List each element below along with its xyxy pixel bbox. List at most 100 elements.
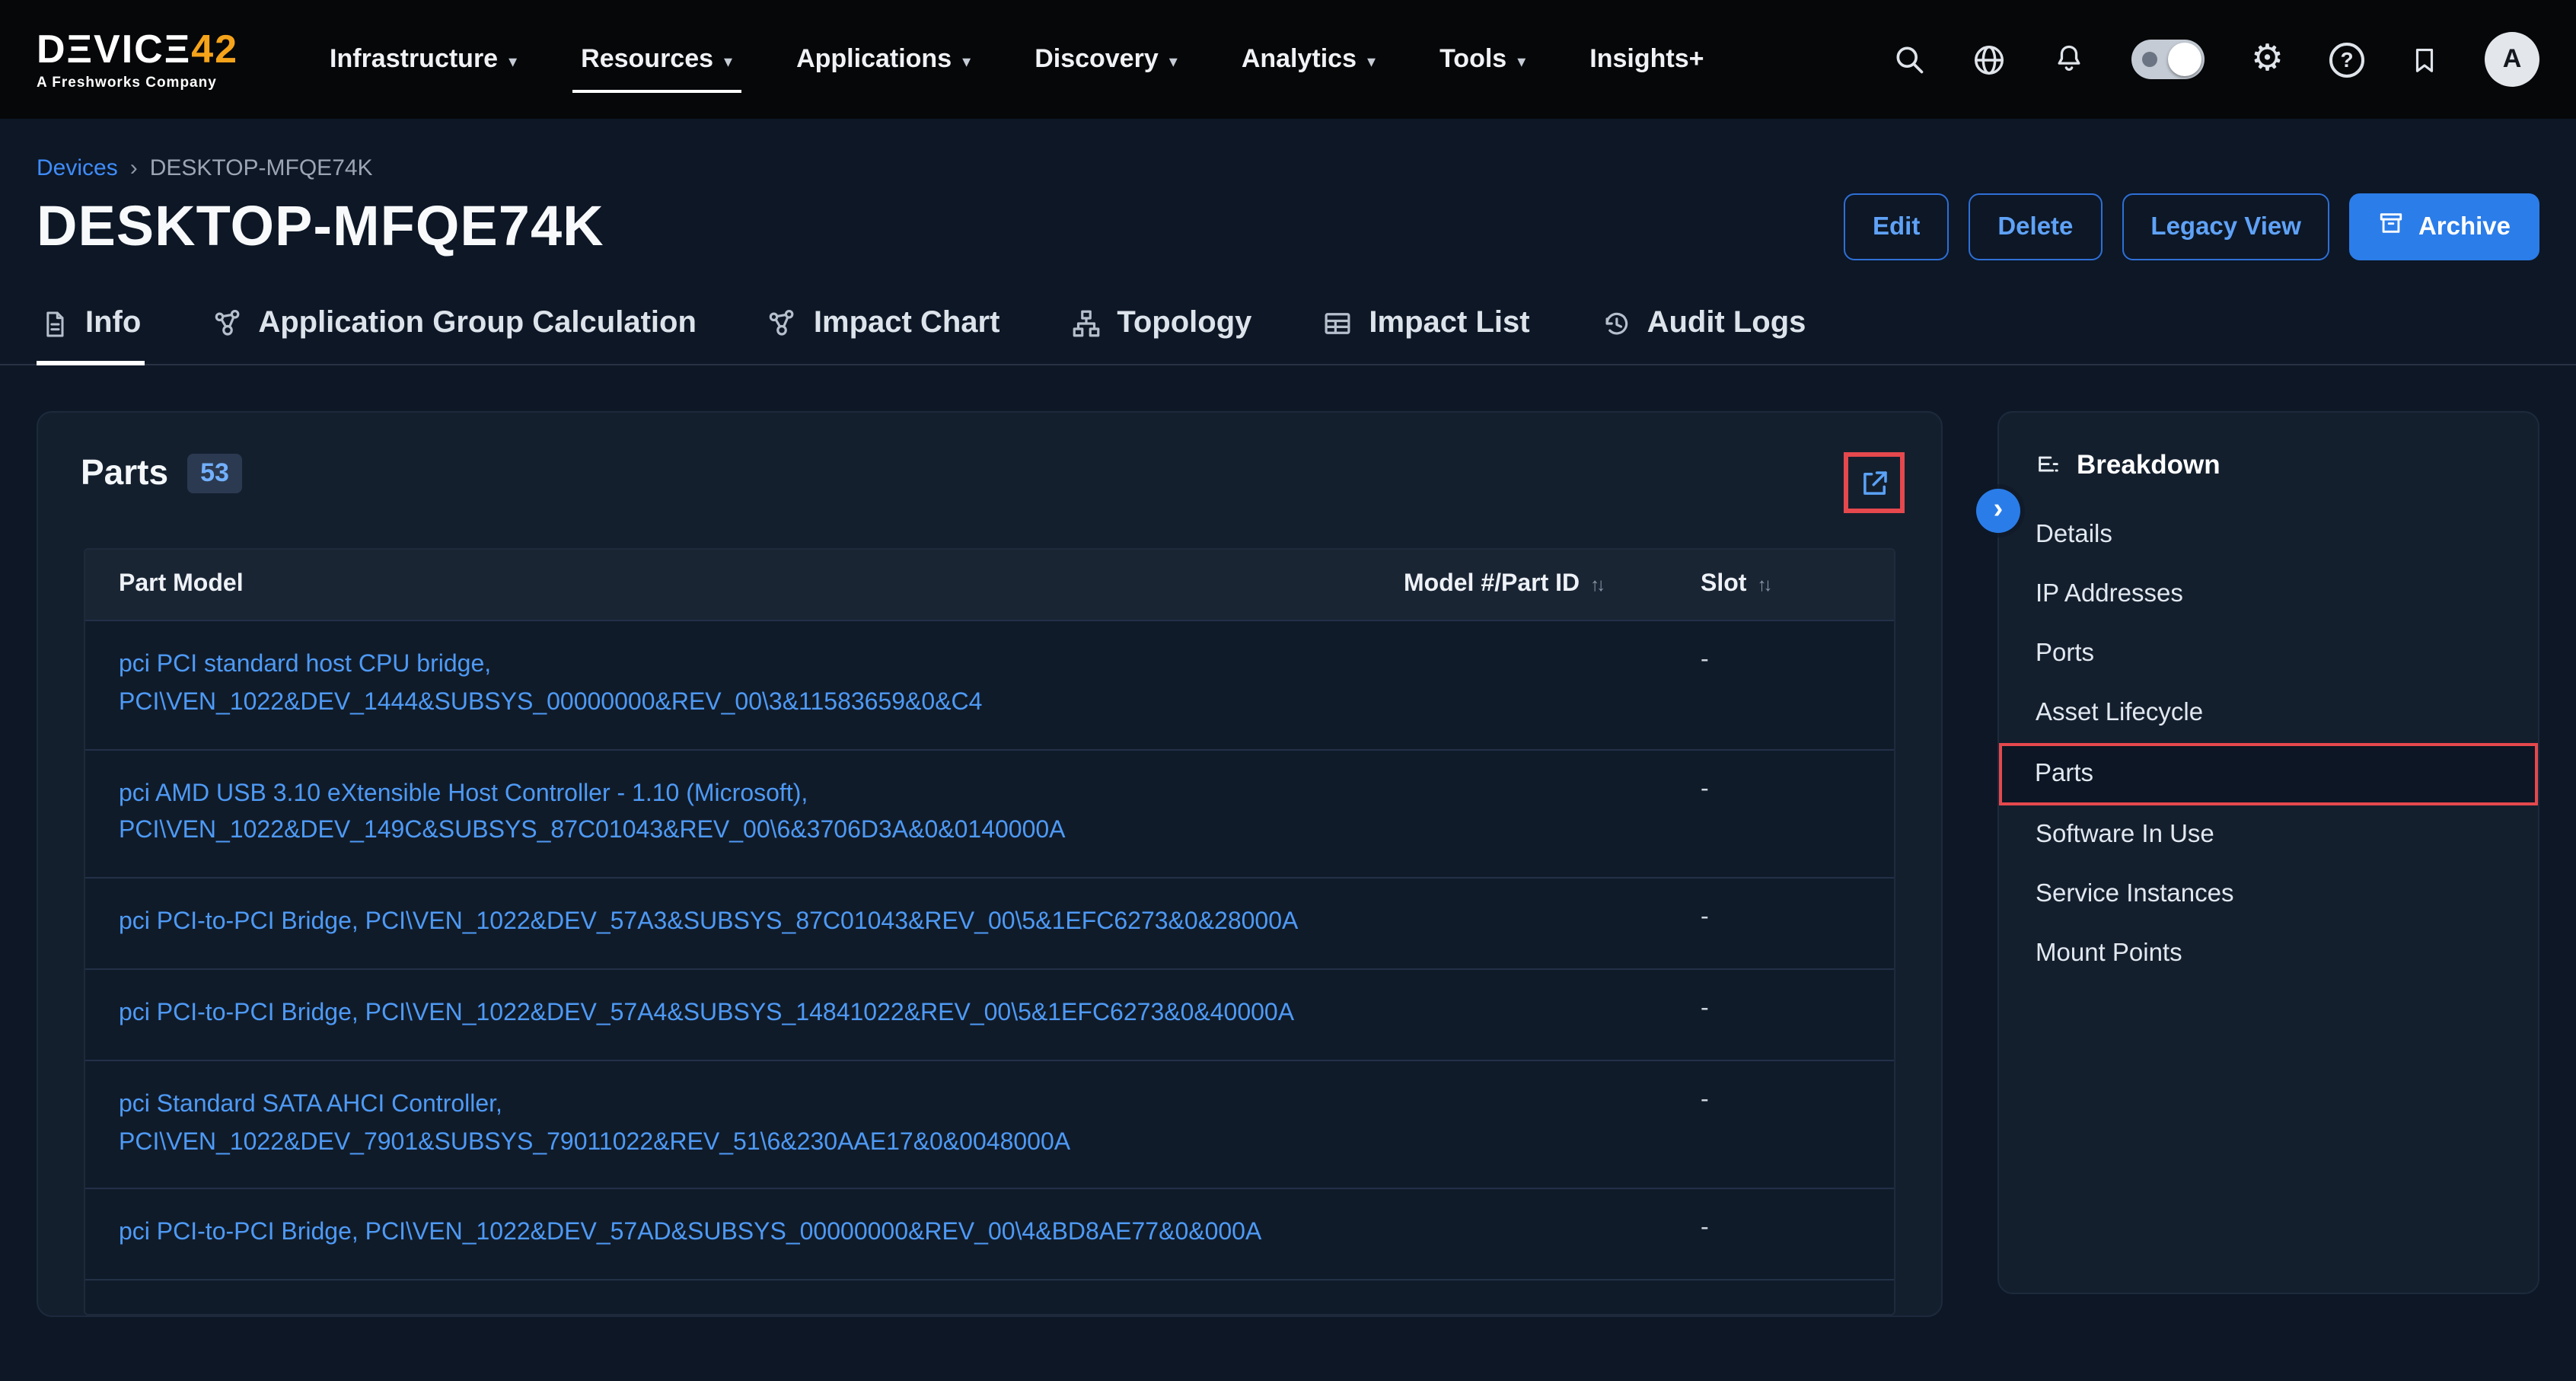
nav-item-resources[interactable]: Resources ▾: [578, 29, 735, 90]
column-label: Slot: [1701, 571, 1746, 598]
top-navbar: DΞVICΞ42 A Freshworks Company Infrastruc…: [0, 0, 2576, 119]
tab-label: Audit Logs: [1647, 306, 1806, 341]
table-row-partial: [85, 1279, 1894, 1314]
bell-icon[interactable]: [2053, 43, 2087, 76]
nav-item-applications[interactable]: Applications▾: [793, 29, 974, 90]
bookmark-icon[interactable]: [2410, 43, 2439, 75]
content-area: Parts 53 Part Model Model #/Part ID↑↓ Sl…: [0, 365, 2576, 1317]
nav-item-tools[interactable]: Tools▾: [1436, 29, 1529, 90]
tab-impact-chart[interactable]: Impact Chart: [764, 294, 1003, 364]
nav-item-analytics[interactable]: Analytics ▾: [1239, 29, 1379, 90]
annotation-box-external-link: [1844, 452, 1905, 513]
archive-icon: [2379, 210, 2405, 244]
parts-title: Parts: [81, 452, 168, 493]
table-row: pci AMD USB 3.10 eXtensible Host Control…: [85, 748, 1894, 877]
theme-toggle[interactable]: [2132, 40, 2205, 79]
chevron-down-icon: ▾: [509, 51, 517, 71]
page-header: DESKTOP-MFQE74K Edit Delete Legacy View …: [0, 181, 2576, 260]
chevron-down-icon: ▾: [962, 51, 971, 71]
topbar-tools: ⚙ ? A: [1893, 32, 2539, 87]
slot-cell: -: [1701, 996, 1860, 1023]
nav-label: Insights+: [1589, 44, 1704, 75]
detail-tabs: Info Application Group Calculation Impac…: [0, 294, 2576, 365]
globe-icon[interactable]: [1972, 42, 2007, 77]
part-model-link[interactable]: pci PCI standard host CPU bridge, PCI\VE…: [119, 647, 1404, 722]
table-row: pci PCI-to-PCI Bridge, PCI\VEN_1022&DEV_…: [85, 1188, 1894, 1280]
sidebar-item-parts[interactable]: Parts: [1999, 743, 2538, 805]
tab-audit-logs[interactable]: Audit Logs: [1597, 294, 1809, 364]
delete-button[interactable]: Delete: [1969, 193, 2102, 260]
tab-label: Impact List: [1369, 306, 1529, 341]
help-icon[interactable]: ?: [2329, 42, 2364, 77]
nav-item-insights[interactable]: Insights+: [1586, 29, 1707, 90]
user-avatar[interactable]: A: [2485, 32, 2539, 87]
breakdown-title: Breakdown: [2077, 449, 2221, 481]
sidebar-item-software-in-use[interactable]: Software In Use: [1999, 805, 2538, 865]
table-row: pci PCI-to-PCI Bridge, PCI\VEN_1022&DEV_…: [85, 968, 1894, 1060]
column-label: Part Model: [119, 571, 244, 598]
tab-label: Topology: [1117, 306, 1251, 341]
archive-label: Archive: [2418, 212, 2511, 241]
brand-name-white: DΞVICΞ: [37, 25, 191, 71]
chevron-down-icon: ▾: [1367, 51, 1376, 71]
tab-impact-list[interactable]: Impact List: [1318, 294, 1532, 364]
sidebar-item-ip-addresses[interactable]: IP Addresses: [1999, 565, 2538, 624]
part-model-link[interactable]: pci PCI-to-PCI Bridge, PCI\VEN_1022&DEV_…: [119, 996, 1404, 1034]
nav-item-infrastructure[interactable]: Infrastructure ▾: [327, 29, 520, 90]
molecule-icon: [767, 308, 799, 340]
nav-label: Resources: [581, 44, 713, 75]
column-header-part-model[interactable]: Part Model: [119, 571, 1404, 598]
sidebar-item-ports[interactable]: Ports: [1999, 624, 2538, 684]
slot-cell: -: [1701, 776, 1860, 803]
file-icon: [40, 308, 70, 339]
breadcrumb-current: DESKTOP-MFQE74K: [150, 155, 373, 181]
chevron-right-icon: ›: [1994, 493, 2004, 526]
brand-logo[interactable]: DΞVICΞ42 A Freshworks Company: [37, 28, 238, 91]
table-icon: [1321, 308, 1353, 340]
column-header-slot[interactable]: Slot↑↓: [1701, 571, 1860, 598]
breakdown-header: Breakdown: [1999, 413, 2538, 506]
tab-label: Application Group Calculation: [258, 306, 697, 341]
search-icon[interactable]: [1893, 43, 1927, 76]
tab-info[interactable]: Info: [37, 294, 144, 364]
edit-button[interactable]: Edit: [1844, 193, 1949, 260]
sidebar-item-service-instances[interactable]: Service Instances: [1999, 865, 2538, 924]
slot-cell: -: [1701, 1087, 1860, 1115]
list-tree-icon: [2036, 452, 2061, 478]
part-model-link[interactable]: pci PCI-to-PCI Bridge, PCI\VEN_1022&DEV_…: [119, 1216, 1404, 1254]
sidebar-item-details[interactable]: Details: [1999, 506, 2538, 565]
column-header-model-part-id[interactable]: Model #/Part ID↑↓: [1404, 571, 1701, 598]
table-row: pci PCI standard host CPU bridge, PCI\VE…: [85, 620, 1894, 748]
brand-name: DΞVICΞ42: [37, 28, 238, 68]
slot-cell: -: [1701, 647, 1860, 675]
part-model-link[interactable]: pci PCI-to-PCI Bridge, PCI\VEN_1022&DEV_…: [119, 904, 1404, 942]
archive-button[interactable]: Archive: [2350, 193, 2539, 260]
sitemap-icon: [1070, 308, 1101, 340]
brand-tagline: A Freshworks Company: [37, 74, 238, 91]
breadcrumb-devices-link[interactable]: Devices: [37, 155, 118, 181]
collapse-panel-button[interactable]: ›: [1976, 489, 2020, 533]
toggle-knob: [2169, 43, 2202, 76]
table-row: pci Standard SATA AHCI Controller, PCI\V…: [85, 1060, 1894, 1188]
breadcrumb: Devices › DESKTOP-MFQE74K: [0, 119, 2576, 181]
tab-label: Info: [85, 306, 141, 341]
nav-label: Analytics: [1242, 44, 1357, 75]
breakdown-panel: › Breakdown Details IP Addresses Ports A…: [1997, 411, 2539, 1294]
sidebar-item-mount-points[interactable]: Mount Points: [1999, 924, 2538, 984]
parts-count-badge: 53: [187, 453, 243, 493]
part-model-link[interactable]: pci Standard SATA AHCI Controller, PCI\V…: [119, 1087, 1404, 1163]
tab-topology[interactable]: Topology: [1066, 294, 1255, 364]
gear-icon[interactable]: ⚙: [2251, 41, 2284, 78]
parts-card: Parts 53 Part Model Model #/Part ID↑↓ Sl…: [37, 411, 1943, 1317]
external-link-icon[interactable]: [1858, 467, 1890, 499]
sidebar-item-asset-lifecycle[interactable]: Asset Lifecycle: [1999, 684, 2538, 743]
nav-label: Tools: [1439, 44, 1506, 75]
nav-label: Infrastructure: [330, 44, 498, 75]
nav-item-discovery[interactable]: Discovery▾: [1031, 29, 1181, 90]
legacy-view-button[interactable]: Legacy View: [2122, 193, 2330, 260]
part-model-link[interactable]: pci AMD USB 3.10 eXtensible Host Control…: [119, 776, 1404, 851]
tab-application-group-calculation[interactable]: Application Group Calculation: [208, 294, 700, 364]
chevron-down-icon: ▾: [724, 51, 732, 71]
parts-header: Parts 53: [81, 452, 1899, 493]
slot-cell: -: [1701, 1216, 1860, 1243]
